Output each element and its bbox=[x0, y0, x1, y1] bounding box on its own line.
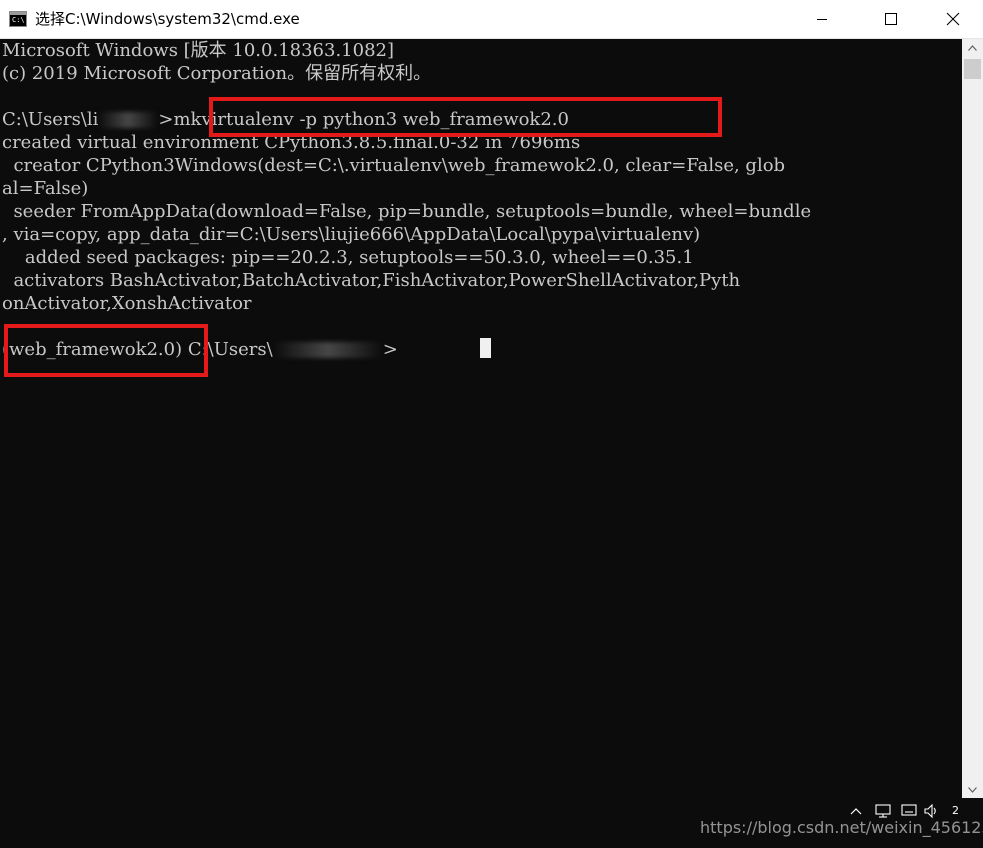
console-line: (c) 2019 Microsoft Corporation。保留所有权利。 bbox=[2, 63, 432, 84]
minimize-button[interactable] bbox=[799, 0, 845, 38]
title-bar[interactable]: C:\ 选择C:\Windows\system32\cmd.exe bbox=[0, 0, 983, 39]
prompt-symbol: > bbox=[158, 109, 174, 130]
console-line: , via=copy, app_data_dir=C:\Users\liujie… bbox=[2, 224, 701, 245]
console-line: creator CPython3Windows(dest=C:\.virtual… bbox=[2, 155, 786, 176]
redacted-username bbox=[98, 112, 159, 128]
console-line: Microsoft Windows [版本 10.0.18363.1082] bbox=[2, 40, 395, 61]
chevron-up-icon bbox=[968, 44, 977, 51]
scroll-up-button[interactable] bbox=[962, 39, 983, 56]
prompt-symbol: > bbox=[382, 339, 398, 360]
window-title: 选择C:\Windows\system32\cmd.exe bbox=[35, 10, 300, 28]
chevron-down-icon bbox=[968, 786, 977, 793]
vertical-scrollbar[interactable] bbox=[962, 39, 983, 798]
close-button[interactable] bbox=[930, 0, 976, 38]
tray-clock[interactable]: 2 bbox=[952, 804, 959, 818]
minimize-icon bbox=[817, 19, 827, 20]
text-cursor bbox=[480, 338, 491, 358]
watermark-text: https://blog.csdn.net/weixin_45612307 bbox=[700, 818, 983, 837]
scroll-down-button[interactable] bbox=[962, 781, 983, 798]
prompt-path: C:\Users\li bbox=[2, 109, 99, 130]
console-line: activators BashActivator,BatchActivator,… bbox=[2, 270, 741, 291]
cmd-window: C:\ 选择C:\Windows\system32\cmd.exe Micros… bbox=[0, 0, 983, 848]
redacted-username bbox=[272, 342, 383, 358]
highlight-box-command bbox=[209, 97, 722, 137]
console-output[interactable]: Microsoft Windows [版本 10.0.18363.1082] (… bbox=[0, 39, 962, 798]
console-line: al=False) bbox=[2, 178, 89, 199]
cmd-icon: C:\ bbox=[9, 11, 27, 27]
maximize-icon bbox=[885, 13, 897, 25]
maximize-button[interactable] bbox=[868, 0, 914, 38]
console-line: seeder FromAppData(download=False, pip=b… bbox=[2, 201, 812, 222]
scroll-thumb[interactable] bbox=[964, 59, 981, 79]
console-line: onActivator,XonshActivator bbox=[2, 293, 252, 314]
highlight-box-env bbox=[4, 324, 208, 377]
close-icon bbox=[946, 12, 960, 26]
console-line: added seed packages: pip==20.2.3, setupt… bbox=[2, 247, 694, 268]
